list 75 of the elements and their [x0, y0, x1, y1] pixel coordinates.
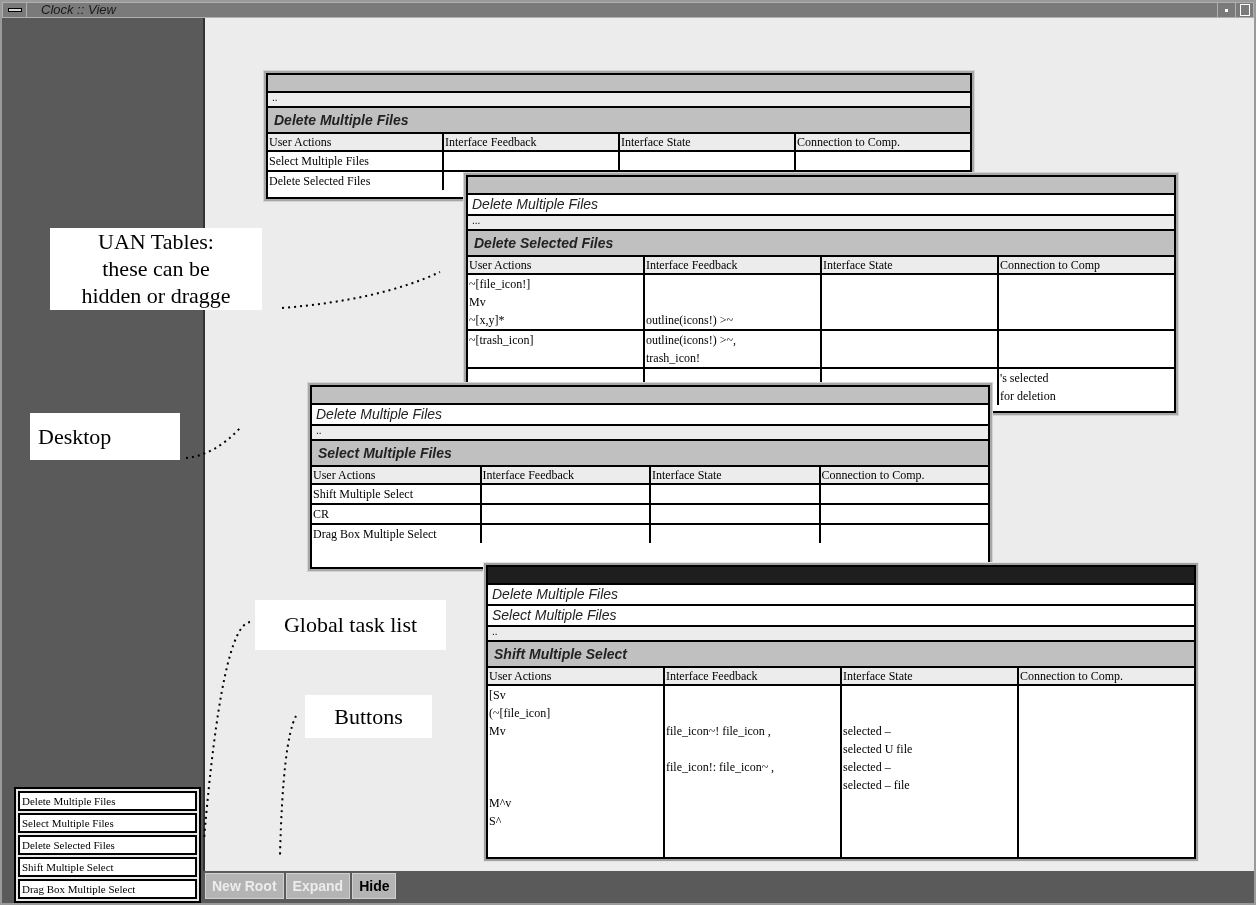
table-heading: Select Multiple Files — [312, 441, 988, 467]
table-cell: selected – — [843, 760, 891, 774]
column-header: Interface State — [651, 467, 821, 483]
column-header: User Actions — [488, 668, 665, 684]
column-header: Connection to Comp. — [820, 467, 926, 483]
table-window[interactable] — [483, 562, 1199, 862]
table-cell: ~[trash_icon] — [469, 333, 534, 347]
table-title-bar[interactable] — [312, 387, 988, 405]
task-list-item[interactable]: Drag Box Multiple Select — [18, 879, 197, 899]
task-list-item[interactable]: Shift Multiple Select — [18, 857, 197, 877]
table-cell: S^ — [489, 814, 502, 828]
task-list-item[interactable]: Delete Selected Files — [18, 835, 197, 855]
table-cell: Select Multiple Files — [269, 154, 369, 168]
table-cell: Delete Selected Files — [269, 174, 371, 188]
table-cell: selected U file — [843, 742, 913, 756]
table-cell: (~[file_icon] — [489, 706, 551, 720]
breadcrumb-row[interactable]: Delete Multiple Files — [468, 195, 1174, 216]
menu-bar-icon — [7, 8, 22, 12]
callout-label: Global task list — [255, 600, 446, 650]
table-cell: Mv — [489, 724, 506, 738]
column-header: User Actions — [468, 257, 645, 273]
task-list-item[interactable]: Delete Multiple Files — [18, 791, 197, 811]
ellipsis-row[interactable]: .. — [312, 426, 988, 441]
table-cell: for deletion — [1000, 389, 1056, 403]
table-title-bar[interactable] — [468, 177, 1174, 195]
column-header: User Actions — [268, 134, 444, 150]
maximize-icon — [1239, 4, 1250, 16]
window-title: Clock :: View — [41, 3, 116, 17]
column-header: Interface Feedback — [665, 668, 842, 684]
table-cell: outline(icons!) >~, — [646, 333, 736, 347]
ellipsis-row[interactable]: .. — [268, 93, 970, 108]
callout-label: Desktop — [30, 413, 180, 460]
table-heading: Delete Multiple Files — [268, 108, 970, 134]
table-cell: file_icon~! file_icon , — [666, 724, 771, 738]
column-header: Interface Feedback — [481, 467, 651, 483]
column-header: Interface State — [842, 668, 1019, 684]
table-cell: 's selected — [1000, 371, 1049, 385]
table-cell: ~[x,y]* — [469, 313, 505, 327]
table-window[interactable]: Delete Multiple Files .. Select Multiple Files User Actions Interface Feedback Interface State Connection to Comp. Shift Multiple Select CR Drag Box Multiple Select — [307, 382, 993, 572]
column-header: Connection to Comp. — [796, 134, 901, 150]
column-header: User Actions — [312, 467, 482, 483]
table-heading: Shift Multiple Select — [488, 642, 1194, 668]
table-cell: [Sv — [489, 688, 506, 702]
callout-label: UAN Tables: these can be hidden or dragge — [50, 228, 262, 310]
leader-line — [185, 427, 241, 459]
callout-label: Buttons — [305, 695, 432, 738]
table-cell: Mv — [469, 295, 486, 309]
task-list-item[interactable]: Select Multiple Files — [18, 813, 197, 833]
ellipsis-row[interactable]: ... — [468, 216, 1174, 231]
table-window[interactable] — [463, 172, 1179, 416]
column-header: Interface Feedback — [444, 134, 620, 150]
breadcrumb-row[interactable]: Delete Multiple Files — [312, 405, 988, 426]
table-cell: Drag Box Multiple Select — [313, 527, 437, 541]
breadcrumb-row[interactable]: Delete Multiple Files — [488, 585, 1194, 606]
table-cell: M^v — [489, 796, 512, 810]
table-cell: CR — [313, 507, 329, 521]
maximize-button[interactable] — [1235, 3, 1253, 17]
ellipsis-row[interactable]: .. — [488, 627, 1194, 642]
breadcrumb-row[interactable]: Select Multiple Files — [488, 606, 1194, 627]
column-header: Interface State — [822, 257, 999, 273]
table-cell: Shift Multiple Select — [313, 487, 413, 501]
table-heading: Delete Selected Files — [468, 231, 1174, 257]
table-cell: file_icon!: file_icon~ , — [666, 760, 775, 774]
column-header: Interface Feedback — [645, 257, 822, 273]
column-header: Connection to Comp. — [1019, 668, 1124, 684]
table-cell: selected – file — [843, 778, 910, 792]
table-cell: ~[file_icon!] — [469, 277, 531, 291]
table-title-bar[interactable] — [268, 75, 970, 93]
toolbar-button[interactable]: Hide — [352, 873, 397, 899]
table-cell: trash_icon! — [646, 351, 700, 365]
column-header: Connection to Comp — [999, 257, 1101, 273]
table-cell: selected – — [843, 724, 891, 738]
column-header: Interface State — [620, 134, 796, 150]
table-cell: outline(icons!) >~ — [646, 313, 733, 327]
minimize-icon — [1225, 8, 1228, 12]
